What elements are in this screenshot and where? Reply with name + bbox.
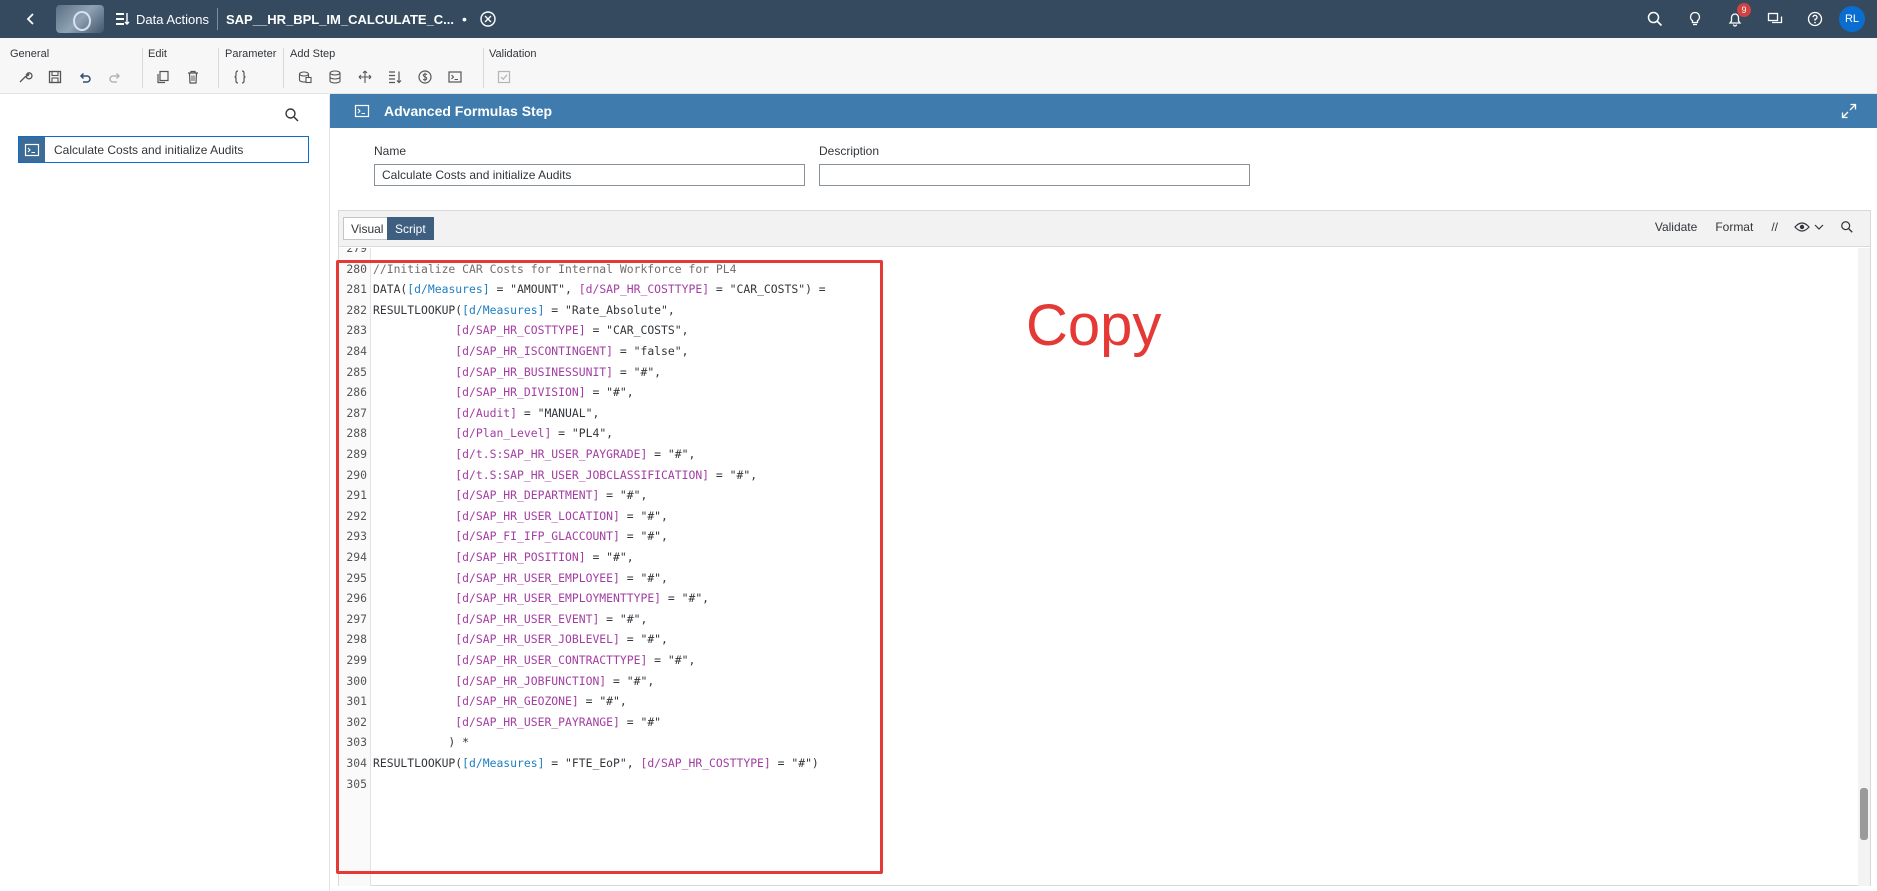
- shell-help-button[interactable]: [1795, 0, 1835, 38]
- view-options-dropdown[interactable]: [1814, 219, 1824, 235]
- edit-group-label: Edit: [148, 48, 167, 60]
- validation-group-label: Validation: [489, 48, 537, 60]
- name-field[interactable]: Calculate Costs and initialize Audits: [374, 164, 805, 186]
- chat-icon: [1767, 12, 1783, 24]
- help-icon: [1807, 11, 1823, 27]
- trash-icon: [188, 70, 198, 84]
- delete-button[interactable]: [178, 66, 208, 88]
- validate-button[interactable]: Validate: [1655, 220, 1697, 234]
- add-copy-step-button[interactable]: [290, 66, 320, 88]
- unsaved-marker: •: [462, 11, 467, 27]
- general-group-label: General: [10, 48, 50, 60]
- lightbulb-icon: [1689, 11, 1701, 26]
- save-icon: [48, 70, 62, 84]
- add-allocation-step-button[interactable]: [350, 66, 380, 88]
- curly-braces-icon: [234, 70, 246, 84]
- editor-search-button[interactable]: [1840, 219, 1856, 235]
- format-button[interactable]: Format: [1715, 220, 1753, 234]
- validate-toggle-button[interactable]: [489, 66, 519, 88]
- tab-visual[interactable]: Visual: [343, 217, 392, 240]
- app-logo: [56, 5, 104, 33]
- shell-notifications-button[interactable]: 9: [1715, 0, 1755, 38]
- step-properties-form: Name Calculate Costs and initialize Audi…: [330, 128, 1877, 210]
- copy-annotation-label: Copy: [1026, 293, 1162, 358]
- expand-icon: [1841, 103, 1857, 119]
- comment-toggle-button[interactable]: //: [1771, 220, 1778, 234]
- close-document-button[interactable]: [479, 10, 497, 28]
- script-step-icon: [19, 137, 45, 162]
- search-icon: [285, 108, 299, 122]
- undo-icon: [79, 72, 91, 83]
- sort-list-icon: [389, 71, 402, 84]
- eye-icon: [1794, 222, 1810, 232]
- add-parameter-button[interactable]: [225, 66, 255, 88]
- add-embedded-action-button[interactable]: [380, 66, 410, 88]
- currency-icon: [418, 70, 432, 84]
- step-panel-title: Advanced Formulas Step: [384, 103, 553, 119]
- description-label: Description: [819, 144, 880, 158]
- user-avatar[interactable]: RL: [1839, 6, 1865, 32]
- shell-bar: Data Actions SAP__HR_BPL_IM_CALCULATE_C.…: [0, 0, 1877, 38]
- toolbar-separator: [218, 48, 219, 88]
- notification-badge: 9: [1737, 3, 1751, 17]
- shell-chat-button[interactable]: [1755, 0, 1795, 38]
- name-label: Name: [374, 144, 407, 158]
- toolbar-separator: [142, 48, 143, 88]
- app-title: Data Actions: [136, 11, 209, 27]
- step-panel-header: Advanced Formulas Step: [330, 94, 1877, 128]
- toolbar-separator: [483, 48, 484, 88]
- steps-search-button[interactable]: [284, 107, 302, 125]
- script-icon: [448, 71, 462, 83]
- add-cross-model-step-button[interactable]: [320, 66, 350, 88]
- search-icon: [1647, 11, 1663, 27]
- copy-button[interactable]: [148, 66, 178, 88]
- shell-ideas-button[interactable]: [1675, 0, 1715, 38]
- step-item-calculate-costs[interactable]: Calculate Costs and initialize Audits: [18, 136, 309, 163]
- add-advanced-formulas-button[interactable]: [440, 66, 470, 88]
- title-separator: [217, 8, 218, 30]
- settings-button[interactable]: [10, 66, 40, 88]
- add-currency-step-button[interactable]: [410, 66, 440, 88]
- shell-search-button[interactable]: [1635, 0, 1675, 38]
- parameter-group-label: Parameter: [225, 48, 277, 60]
- redo-icon: [109, 72, 121, 83]
- document-title: SAP__HR_BPL_IM_CALCULATE_C...: [226, 11, 455, 27]
- data-action-icon: [114, 10, 132, 28]
- script-step-icon: [354, 103, 370, 119]
- back-button[interactable]: [14, 0, 48, 38]
- scrollbar-thumb[interactable]: [1860, 788, 1868, 840]
- chevron-down-icon: [1814, 224, 1824, 230]
- steps-pane: Calculate Costs and initialize Audits: [0, 95, 330, 891]
- toolbar-separator: [283, 48, 284, 88]
- copy-highlight-box: [336, 260, 883, 874]
- editor-scrollbar[interactable]: [1858, 248, 1870, 886]
- chevron-left-icon: [26, 13, 34, 25]
- fullscreen-button[interactable]: [1841, 103, 1857, 119]
- toolbar: General Edit Parameter Add Step Validati…: [0, 38, 1877, 94]
- allocation-icon: [358, 70, 372, 83]
- close-circle-icon: [480, 11, 496, 27]
- copy-step-icon: [298, 71, 312, 84]
- view-options-button[interactable]: [1794, 219, 1810, 235]
- save-button[interactable]: [40, 66, 70, 88]
- database-icon: [329, 70, 341, 84]
- description-field[interactable]: [819, 164, 1250, 186]
- step-item-label: Calculate Costs and initialize Audits: [54, 142, 244, 157]
- tab-script[interactable]: Script: [387, 217, 434, 240]
- editor-tabbar: Visual Script Validate Format //: [339, 211, 1870, 247]
- search-icon: [1841, 221, 1853, 233]
- wrench-icon: [19, 72, 33, 83]
- undo-button[interactable]: [70, 66, 100, 88]
- add-step-group-label: Add Step: [290, 48, 336, 60]
- copy-icon: [157, 70, 169, 84]
- redo-button[interactable]: [100, 66, 130, 88]
- checkbox-icon: [497, 70, 511, 84]
